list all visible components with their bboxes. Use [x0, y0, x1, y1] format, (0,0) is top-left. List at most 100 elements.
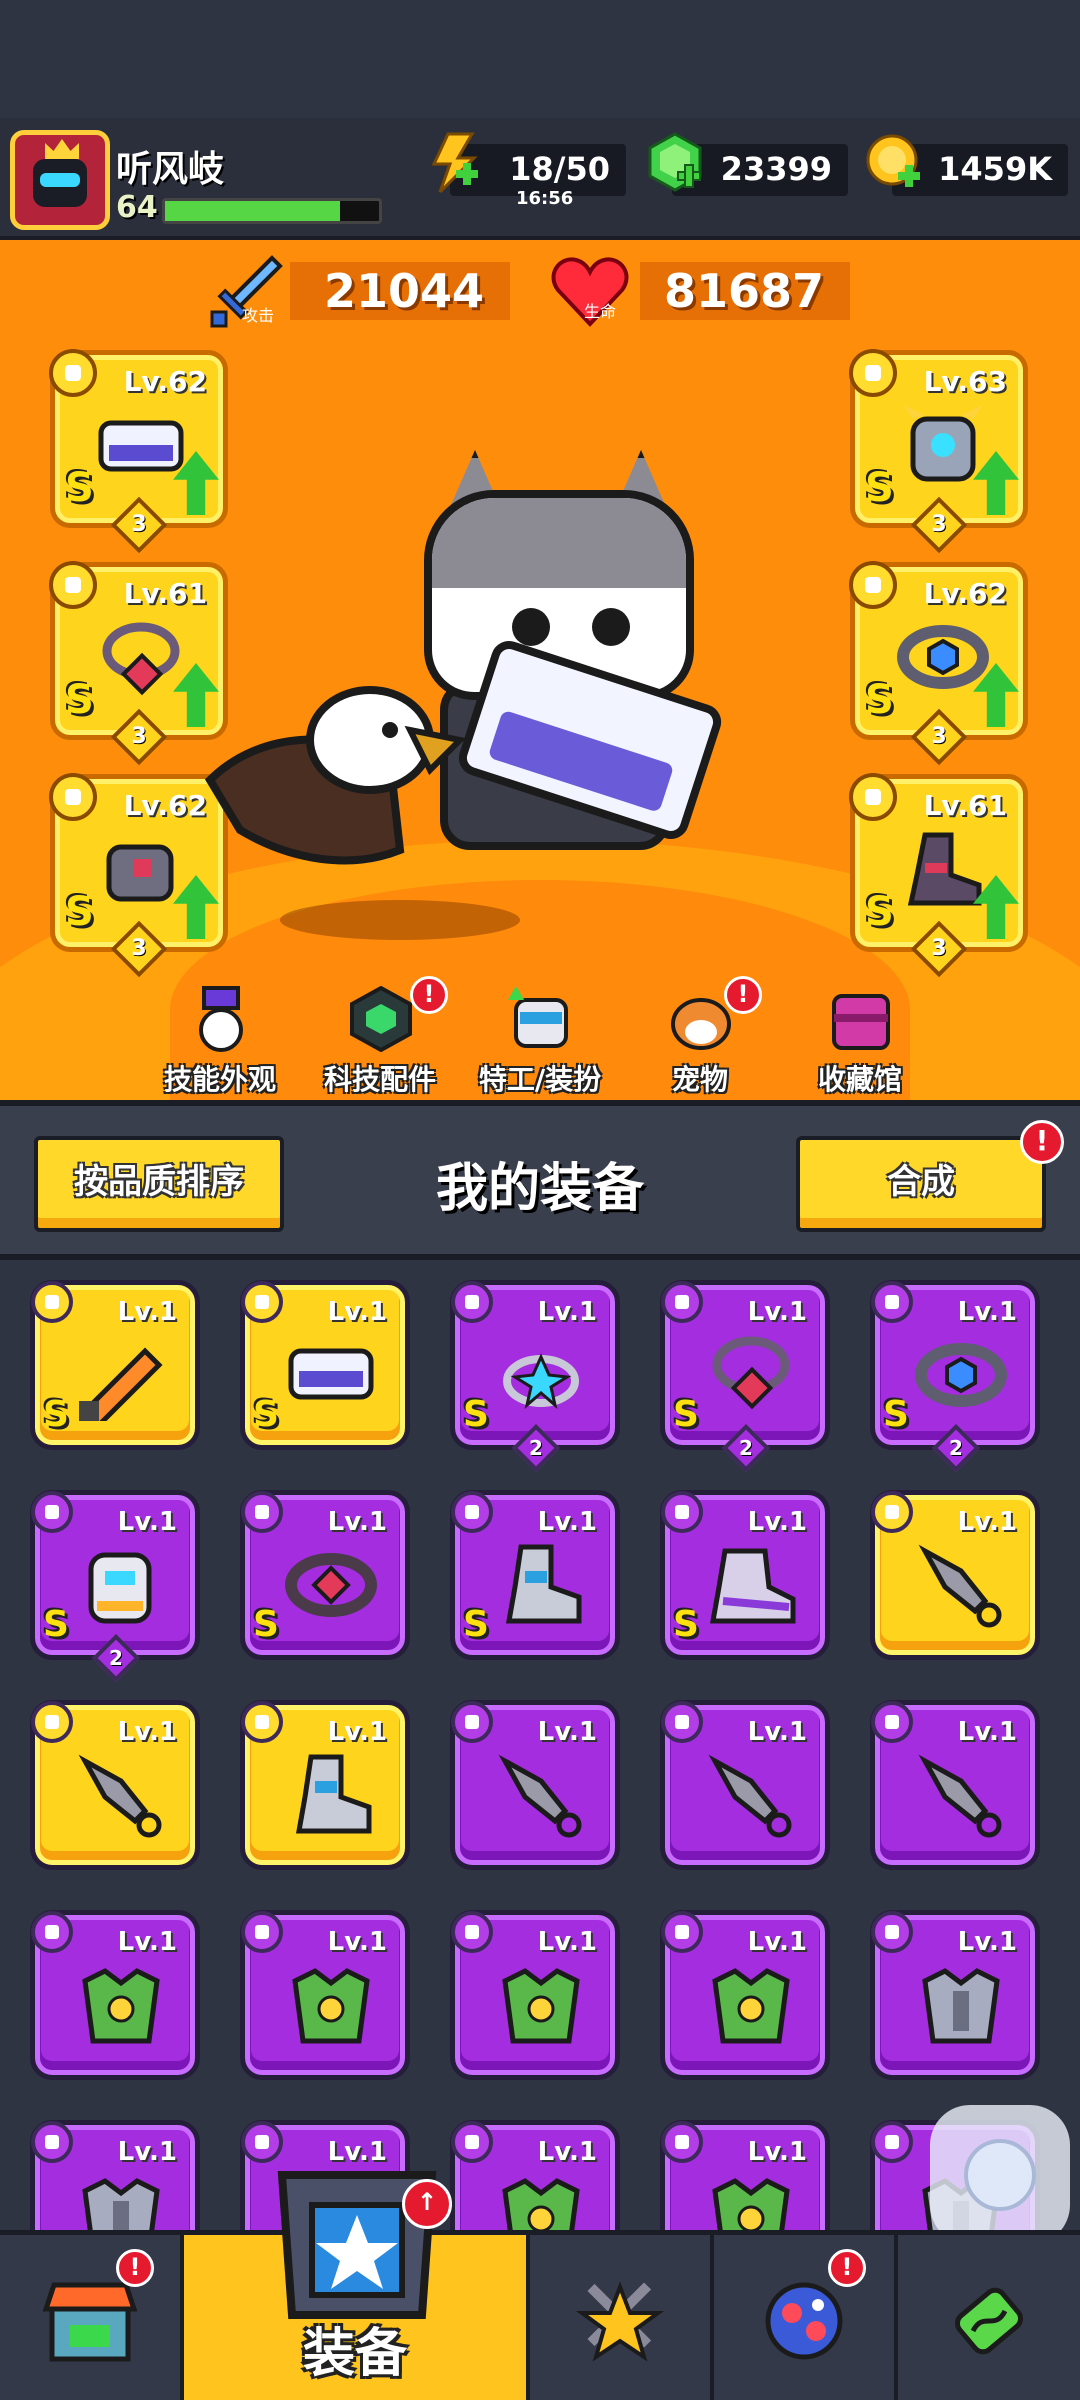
hero-scene: 21044 攻击 81687 生命 Lv.62 S 3 Lv.61 S 3 Lv…	[0, 240, 1080, 1100]
equipped-slot-weapon[interactable]: Lv.62 S 3	[49, 349, 228, 554]
lightning-icon	[431, 132, 478, 194]
item-level: Lv.1	[537, 1927, 597, 1957]
menu-collection[interactable]: 收藏馆	[780, 980, 940, 1100]
inventory-item[interactable]: Lv.1 S	[240, 1490, 410, 1660]
inventory-item[interactable]: Lv.1	[240, 1910, 410, 2080]
sneaker-icon	[710, 1548, 796, 1624]
steel-armor-icon	[82, 2178, 160, 2230]
merge-button[interactable]: 合成	[796, 1136, 1046, 1232]
menu-label: 宠物	[671, 1063, 728, 1096]
inventory-item[interactable]: Lv.1 S	[30, 1280, 200, 1450]
menu-tech-parts[interactable]: ! 科技配件	[300, 976, 460, 1100]
player-name: 听风岐	[116, 149, 225, 190]
equipped-slot-armor[interactable]: Lv.63 S 3	[849, 349, 1028, 554]
item-level: Lv.1	[117, 1927, 177, 1957]
menu-skill-skin[interactable]: 技能外观	[140, 980, 300, 1100]
inventory-item[interactable]: Lv.1	[450, 1700, 620, 1870]
sort-by-quality-button[interactable]: 按品质排序	[34, 1136, 284, 1232]
necklace-type-icon	[661, 1281, 703, 1323]
inventory-item[interactable]: Lv.1	[30, 2120, 200, 2230]
nav-equipment[interactable]: ↑ 装备	[184, 2171, 530, 2400]
armor-type-icon	[451, 2121, 493, 2163]
menu-label: 特工/装扮	[478, 1063, 602, 1096]
item-level: Lv.1	[117, 1507, 177, 1537]
inventory-item[interactable]: Lv.1	[660, 2120, 830, 2230]
menu-agent-outfit[interactable]: 特工/装扮	[460, 980, 620, 1100]
kunai-icon	[918, 1754, 1002, 1838]
nav-battle[interactable]	[530, 2235, 714, 2400]
star-level-diamond: 2	[931, 1423, 981, 1473]
menu-label: 科技配件	[323, 1063, 436, 1096]
inventory-item[interactable]: Lv.1	[660, 1700, 830, 1870]
item-rank: S	[463, 1604, 489, 1645]
slot-level: Lv.62	[923, 577, 1007, 610]
inventory-item[interactable]: Lv.1	[450, 1910, 620, 2080]
menu-label: 收藏馆	[817, 1063, 902, 1096]
nav-evolve[interactable]	[898, 2235, 1080, 2400]
inventory-item[interactable]: Lv.1	[30, 1910, 200, 2080]
inventory-item[interactable]: Lv.1	[870, 1490, 1040, 1660]
belt-type-icon	[849, 561, 897, 609]
slot-level: Lv.63	[923, 365, 1007, 398]
energy-counter[interactable]: 18/50 16:56	[431, 132, 626, 209]
item-level: Lv.1	[537, 1717, 597, 1747]
kunai-icon	[78, 1754, 162, 1838]
assistant-robot-icon	[964, 2139, 1036, 2211]
weapon-type-icon	[49, 349, 97, 397]
inventory-item[interactable]: Lv.1	[660, 1910, 830, 2080]
inventory-item[interactable]: Lv.1 S 2	[870, 1280, 1040, 1473]
player-avatar[interactable]	[10, 130, 110, 230]
armor-type-icon	[871, 2121, 913, 2163]
upgrade-available-icon: ↑	[402, 2179, 452, 2229]
armor-type-icon	[31, 2121, 73, 2163]
equipment-title: 我的装备	[435, 1159, 644, 1219]
kunai-icon	[918, 1544, 1002, 1628]
nav-talent[interactable]: !	[714, 2235, 898, 2400]
nav-equipment-label: 装备	[302, 2324, 407, 2384]
inventory-item[interactable]: Lv.1 S	[450, 1490, 620, 1660]
item-rank: S	[253, 1394, 279, 1435]
kunai-icon	[498, 1754, 582, 1838]
inventory-item[interactable]: Lv.1	[870, 1700, 1040, 1870]
floating-assistant-button[interactable]	[930, 2105, 1070, 2245]
inventory-item[interactable]: Lv.1 S 2	[660, 1280, 830, 1473]
belt-type-icon	[241, 1491, 283, 1533]
notification-badge: !	[116, 2249, 154, 2287]
inventory-item[interactable]: Lv.1	[450, 2120, 620, 2230]
chest-icon	[832, 994, 890, 1050]
inventory-item[interactable]: Lv.1 S 2	[30, 1490, 200, 1683]
slot-rank: S	[865, 677, 894, 723]
armor-type-icon	[661, 1911, 703, 1953]
equipped-slot-boots[interactable]: Lv.61 S 3	[849, 773, 1028, 978]
coin-counter[interactable]: 1459K	[866, 134, 1068, 196]
item-rank: S	[673, 1604, 699, 1645]
eagle-pet	[204, 686, 467, 865]
item-level: Lv.1	[957, 1297, 1017, 1327]
coin-icon	[866, 134, 920, 187]
slot-level: Lv.62	[123, 789, 207, 822]
inventory-item[interactable]: Lv.1 S 2	[450, 1280, 620, 1473]
boots-type-icon	[241, 1701, 283, 1743]
gem-counter[interactable]: 23399	[648, 132, 848, 196]
menu-pet[interactable]: ! 宠物	[620, 976, 780, 1100]
inventory-item[interactable]: Lv.1	[240, 1700, 410, 1870]
armor-type-icon	[451, 1911, 493, 1953]
boot-icon	[296, 1754, 372, 1834]
inventory-item[interactable]: Lv.1 S	[240, 1280, 410, 1450]
hero-shadow	[280, 900, 520, 940]
item-level: Lv.1	[327, 2137, 387, 2167]
gauntlet-icon	[88, 1552, 152, 1624]
star-level-diamond: 3	[910, 708, 968, 766]
gem-icon	[648, 132, 702, 192]
inventory-item[interactable]: Lv.1	[870, 1910, 1040, 2080]
item-level: Lv.1	[747, 2137, 807, 2167]
item-level: Lv.1	[537, 1297, 597, 1327]
item-level: Lv.1	[117, 1717, 177, 1747]
nav-shop[interactable]: !	[0, 2235, 184, 2400]
inventory-item[interactable]: Lv.1 S	[660, 1490, 830, 1660]
inventory-item[interactable]: Lv.1	[30, 1700, 200, 1870]
notification-badge: !	[410, 976, 448, 1014]
item-level: Lv.1	[327, 1927, 387, 1957]
glove-type-icon	[31, 1491, 73, 1533]
equipped-slot-belt[interactable]: Lv.62 S 3	[849, 561, 1028, 766]
